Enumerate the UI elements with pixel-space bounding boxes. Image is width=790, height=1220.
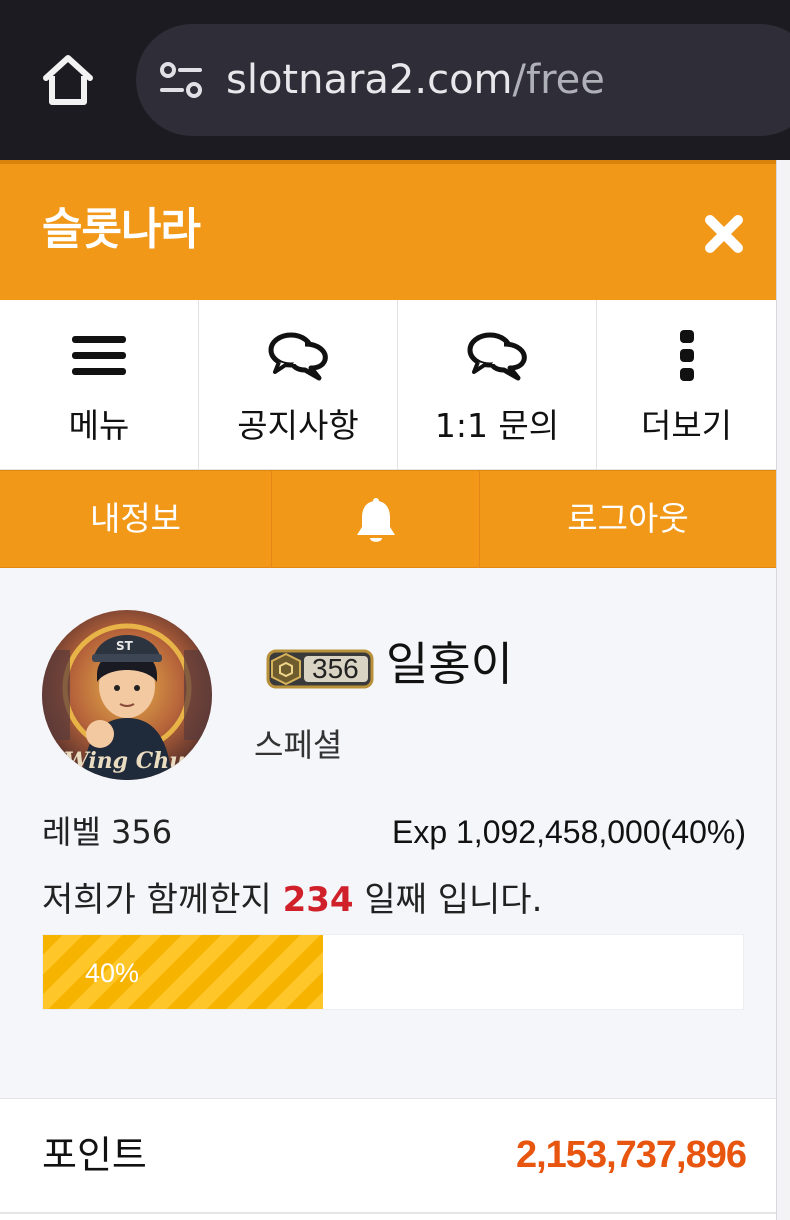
points-row: 포인트 2,153,737,896 (0, 1098, 776, 1220)
bell-icon (356, 498, 395, 542)
my-info-label: 내정보 (89, 499, 182, 538)
hamburger-icon (72, 336, 126, 375)
my-info-button[interactable]: 내정보 (0, 471, 272, 569)
avatar[interactable]: ST Wing Chun (42, 610, 212, 780)
avatar-caption: Wing Chun (64, 748, 201, 774)
notice-label: 공지사항 (237, 406, 359, 445)
browser-toolbar: slotnara2.com/free (0, 0, 790, 160)
address-bar[interactable]: slotnara2.com/free (136, 24, 790, 136)
site-settings-icon[interactable] (158, 60, 204, 100)
chat-bubbles-icon (467, 332, 527, 381)
days-prefix: 저희가 함께한지 (42, 880, 283, 920)
points-value: 2,153,737,896 (515, 1134, 747, 1176)
days-number: 234 (282, 880, 354, 920)
exp-progress-label: 40% (85, 958, 140, 988)
panel-header: 슬롯나라 (0, 164, 776, 300)
url-path: /free (512, 57, 605, 103)
panel-scroll-edge (776, 160, 790, 1220)
logout-label: 로그아웃 (567, 499, 689, 538)
days-suffix: 일째 입니다. (353, 880, 543, 920)
exp-progress-bar: 40% (42, 934, 744, 1010)
level-badge-number: 356 (312, 653, 359, 684)
svg-text:ST: ST (116, 639, 134, 653)
inquiry-button[interactable]: 1:1 문의 (398, 300, 597, 470)
close-icon[interactable] (696, 206, 752, 262)
menu-label: 메뉴 (68, 406, 130, 445)
account-actions: 내정보 로그아웃 (0, 470, 776, 569)
quick-menu: 메뉴 공지사항 1:1 문의 더보기 (0, 300, 776, 470)
more-button[interactable]: 더보기 (597, 300, 776, 470)
home-icon[interactable] (38, 50, 98, 110)
url-text: slotnara2.com/free (226, 54, 605, 106)
nickname: 일홍이 (386, 637, 513, 691)
logout-button[interactable]: 로그아웃 (480, 471, 776, 569)
site-title[interactable]: 슬롯나라 (42, 200, 201, 260)
notification-button[interactable] (272, 471, 480, 569)
days-together-text: 저희가 함께한지 234 일째 입니다. (42, 874, 542, 926)
level-text: 레벨 356 (42, 813, 173, 851)
more-label: 더보기 (640, 406, 733, 445)
url-domain: slotnara2.com (226, 57, 513, 103)
menu-button[interactable]: 메뉴 (0, 300, 199, 470)
divider (0, 1212, 776, 1214)
more-vertical-icon (679, 330, 694, 381)
inquiry-label: 1:1 문의 (434, 406, 560, 445)
exp-text: Exp 1,092,458,000(40%) (391, 814, 746, 850)
profile-card: ST Wing Chun 356 일홍이 스페셜 레벨 356 Exp 1,09… (0, 568, 776, 1098)
chat-bubbles-icon (268, 332, 328, 381)
notice-button[interactable]: 공지사항 (199, 300, 398, 470)
avatar-image: ST Wing Chun (42, 610, 212, 780)
member-rank: 스페셜 (254, 726, 343, 764)
points-label: 포인트 (42, 1133, 147, 1177)
